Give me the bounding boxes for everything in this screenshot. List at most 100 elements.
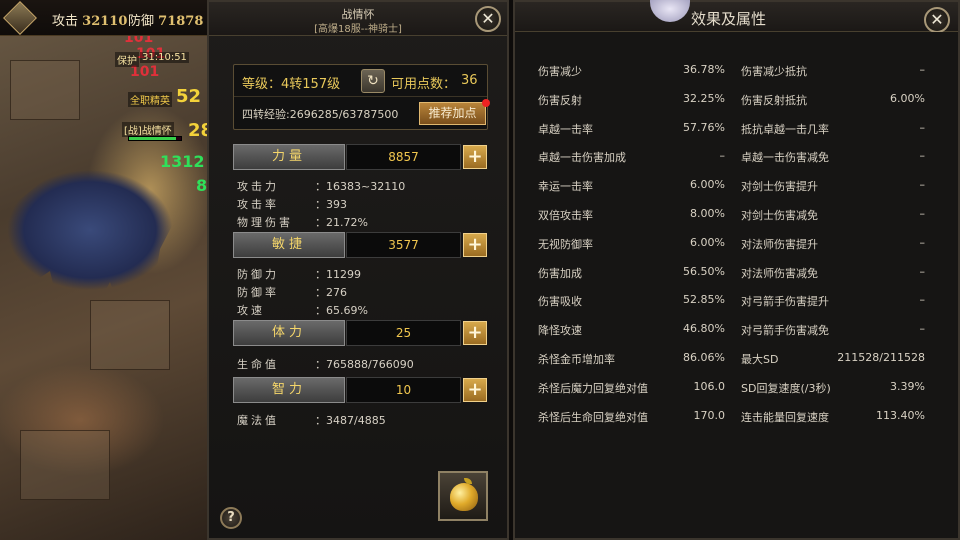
attribute-row: 抵抗卓越一击几率 – bbox=[741, 121, 925, 137]
add-agility-button[interactable]: + bbox=[463, 233, 487, 257]
attribute-label: 伤害加成 bbox=[538, 266, 582, 280]
derived-row: 防御力 ：11299 bbox=[237, 266, 361, 282]
attribute-label: 对弓箭手伤害减免 bbox=[741, 324, 829, 338]
heal-number: 1312 bbox=[160, 152, 205, 171]
attribute-label: 对弓箭手伤害提升 bbox=[741, 295, 829, 309]
attribute-value: 32.25% bbox=[683, 91, 725, 105]
derived-row: 魔法值 ：3487/4885 bbox=[237, 412, 386, 428]
attribute-label: 对法师伤害减免 bbox=[741, 266, 818, 280]
attribute-value: 8.00% bbox=[690, 207, 725, 220]
effects-header: 效果及属性 ✕ bbox=[515, 0, 958, 33]
attribute-label: 对法师伤害提升 bbox=[741, 237, 818, 251]
hud-attack-label: 攻击 bbox=[52, 14, 79, 29]
attribute-row: 连击能量回复速度 113.40% bbox=[741, 409, 925, 425]
derived-key: 防御力 bbox=[237, 268, 279, 281]
derived-key: 防御率 bbox=[237, 286, 279, 299]
protect-timer: 31:10:51 bbox=[140, 52, 189, 63]
attribute-value: – bbox=[919, 63, 926, 76]
add-vitality-button[interactable]: + bbox=[463, 321, 487, 345]
attribute-label: 对剑士伤害提升 bbox=[741, 180, 818, 194]
attribute-label: 卓越一击伤害减免 bbox=[741, 151, 829, 165]
hud-defense-value: 71878 bbox=[158, 14, 204, 29]
attribute-row: 对法师伤害提升 – bbox=[741, 236, 925, 252]
attribute-value: – bbox=[919, 235, 926, 249]
derived-key: 魔法值 bbox=[237, 414, 279, 427]
attribute-row: 杀怪金币增加率 86.06% bbox=[538, 351, 725, 367]
attribute-row: 伤害加成 56.50% bbox=[538, 265, 725, 281]
attribute-label: 卓越一击率 bbox=[538, 122, 593, 136]
effects-panel: 效果及属性 ✕ 伤害减少 36.78% 伤害反射 32.25% 卓越一击率 57.76% 卓… bbox=[513, 0, 960, 540]
derived-value: ：276 bbox=[315, 286, 347, 299]
character-panel: 战情怀 [高爆18服--神骑士] ✕ 等级：4转157级 ↻ 可用点数： 36 … bbox=[207, 0, 509, 540]
attribute-row: 杀怪后魔力回复绝对值 106.0 bbox=[538, 380, 725, 396]
stat-strength: 力量 8857 + bbox=[233, 144, 488, 170]
derived-value: ：21.72% bbox=[315, 216, 368, 229]
attribute-value: 6.00% bbox=[690, 178, 725, 192]
help-icon[interactable]: ? bbox=[220, 507, 242, 529]
attribute-row: 最大SD 211528/211528 bbox=[741, 351, 925, 367]
game-scene: 101 101 101 52 28 1312 8 保护 31:10:51 全职精… bbox=[0, 0, 210, 540]
derived-row: 攻击力 ：16383~32110 bbox=[237, 178, 405, 194]
derived-key: 物理伤害 bbox=[237, 216, 293, 229]
hud-defense: 防御 71878 bbox=[128, 10, 203, 29]
attribute-row: 对弓箭手伤害提升 – bbox=[741, 293, 925, 309]
attribute-value: 57.76% bbox=[683, 120, 725, 134]
attribute-label: 连击能量回复速度 bbox=[741, 410, 829, 424]
attribute-label: SD回复速度(/3秒) bbox=[741, 381, 831, 395]
attribute-row: 伤害吸收 52.85% bbox=[538, 293, 725, 309]
attribute-value: – bbox=[919, 322, 926, 336]
attribute-value: 52.85% bbox=[683, 293, 725, 307]
derived-value: ：11299 bbox=[315, 268, 361, 281]
attribute-row: 无视防御率 6.00% bbox=[538, 236, 725, 252]
recommend-points-button[interactable]: 推荐加点 bbox=[419, 102, 486, 125]
add-strength-button[interactable]: + bbox=[463, 145, 487, 169]
attribute-label: 伤害减少 bbox=[538, 65, 582, 78]
attribute-label: 对剑士伤害减免 bbox=[741, 209, 818, 222]
player-hp-bar bbox=[128, 136, 182, 141]
derived-value: ：765888/766090 bbox=[315, 358, 414, 371]
attribute-value: 36.78% bbox=[683, 63, 725, 76]
attribute-row: 双倍攻击率 8.00% bbox=[538, 207, 725, 223]
available-points-value: 36 bbox=[461, 73, 478, 88]
floor-tile bbox=[20, 430, 110, 500]
attribute-grid: 伤害减少 36.78% 伤害反射 32.25% 卓越一击率 57.76% 卓越一击伤害加成 –… bbox=[515, 32, 958, 538]
add-intelligence-button[interactable]: + bbox=[463, 378, 487, 402]
close-icon[interactable]: ✕ bbox=[924, 7, 950, 33]
stat-strength-label: 力量 bbox=[233, 144, 345, 170]
rank-icon[interactable] bbox=[3, 1, 37, 35]
attribute-value: – bbox=[919, 120, 926, 134]
floor-tile bbox=[10, 60, 80, 120]
attribute-value: 113.40% bbox=[876, 408, 925, 422]
attribute-label: 杀怪金币增加率 bbox=[538, 353, 615, 366]
character-server: [高爆18服--神骑士] bbox=[314, 24, 402, 35]
attribute-label: 伤害反射抵抗 bbox=[741, 93, 807, 107]
derived-key: 攻击率 bbox=[237, 198, 279, 211]
attribute-value: 170.0 bbox=[693, 408, 726, 422]
attribute-row: 对剑士伤害提升 – bbox=[741, 178, 925, 194]
refresh-icon[interactable]: ↻ bbox=[361, 69, 385, 93]
close-icon[interactable]: ✕ bbox=[475, 6, 501, 32]
stat-agility-value: 3577 bbox=[346, 232, 461, 258]
attribute-row: 杀怪后生命回复绝对值 170.0 bbox=[538, 409, 725, 425]
hud-attack: 攻击 32110 bbox=[52, 10, 127, 29]
attribute-value: 46.80% bbox=[683, 322, 725, 336]
attribute-value: 86.06% bbox=[683, 351, 725, 364]
experience-text: 四转经验:2696285/63787500 bbox=[242, 108, 399, 121]
level-row: 等级：4转157级 ↻ 可用点数： 36 bbox=[234, 65, 487, 97]
attribute-label: 杀怪后生命回复绝对值 bbox=[538, 410, 648, 424]
protect-tag: 保护 bbox=[115, 52, 139, 67]
derived-value: ：16383~32110 bbox=[315, 180, 406, 193]
attribute-row: 卓越一击伤害减免 – bbox=[741, 149, 925, 165]
attribute-label: 杀怪后魔力回复绝对值 bbox=[538, 381, 648, 395]
golden-apple-button[interactable] bbox=[438, 471, 488, 521]
stat-agility-label: 敏捷 bbox=[233, 232, 345, 258]
derived-row: 攻速 ：65.69% bbox=[237, 302, 368, 318]
stat-agility: 敏捷 3577 + bbox=[233, 232, 488, 258]
derived-key: 攻速 bbox=[237, 304, 265, 317]
attribute-row: 对剑士伤害减免 – bbox=[741, 207, 925, 223]
hud-defense-label: 防御 bbox=[128, 14, 155, 29]
notification-dot bbox=[482, 99, 490, 107]
attribute-label: 最大SD bbox=[741, 353, 779, 366]
attribute-label: 幸运一击率 bbox=[538, 180, 593, 194]
derived-row: 物理伤害 ：21.72% bbox=[237, 214, 368, 230]
